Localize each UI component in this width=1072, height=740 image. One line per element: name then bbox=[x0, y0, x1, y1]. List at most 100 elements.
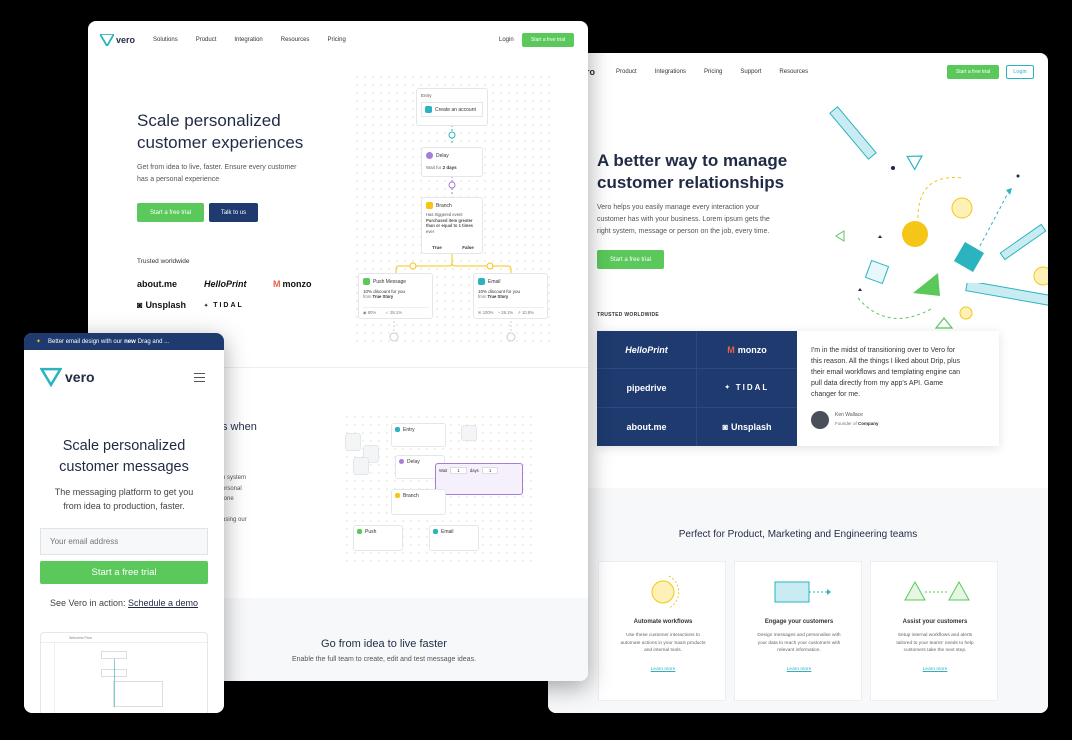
delay-value: 2 days bbox=[442, 165, 457, 170]
flow2-branch-node[interactable]: Branch bbox=[391, 489, 446, 515]
start-trial-button[interactable]: Start a free trial bbox=[947, 65, 999, 79]
brand-logo[interactable]: vero bbox=[65, 369, 95, 385]
nav-integration[interactable]: Integration bbox=[234, 37, 262, 43]
banner-text: Better email design with our bbox=[48, 338, 123, 345]
nav-solutions[interactable]: Solutions bbox=[153, 37, 178, 43]
nav-pricing[interactable]: Pricing bbox=[327, 37, 345, 43]
hamburger-menu-icon[interactable] bbox=[194, 373, 205, 382]
author-name: Ken Wallace bbox=[835, 412, 863, 418]
node-label: Entry bbox=[403, 427, 415, 433]
brand-logo[interactable]: vero bbox=[116, 35, 135, 45]
fork-icon bbox=[426, 202, 433, 209]
feature-card-engage: Engage your customers Design messages an… bbox=[734, 561, 862, 701]
branch-outcomes: True False bbox=[422, 245, 484, 250]
nav-resources[interactable]: Resources bbox=[779, 69, 808, 75]
wait-number[interactable]: 1 bbox=[481, 467, 499, 474]
learn-more-link[interactable]: Learn more bbox=[871, 667, 999, 672]
sub-line: from idea to production, faster. bbox=[63, 501, 185, 511]
desc-line: relevant information. bbox=[777, 648, 821, 653]
vero-logo-icon[interactable] bbox=[40, 367, 62, 387]
nav-pricing[interactable]: Pricing bbox=[704, 69, 722, 75]
teams-section: Perfect for Product, Marketing and Engin… bbox=[548, 488, 1048, 713]
preview-tab: Welcome Flow bbox=[69, 636, 92, 640]
nav-support[interactable]: Support bbox=[740, 69, 761, 75]
banner-bold: new bbox=[124, 338, 136, 345]
stat-value: 100% bbox=[482, 310, 494, 315]
window-crm-page: vero Product Integrations Pricing Suppor… bbox=[548, 53, 1048, 713]
hero-sub-line: Vero helps you easily manage every inter… bbox=[597, 204, 760, 211]
desc-line: your data to reach your customers with bbox=[757, 640, 841, 646]
entry-action-text: Create an account bbox=[435, 106, 476, 113]
phone-icon bbox=[363, 278, 370, 285]
tidal-icon: ✦ bbox=[724, 385, 732, 392]
nav-integrations[interactable]: Integrations bbox=[655, 69, 686, 75]
logo-text: Unsplash bbox=[730, 421, 772, 432]
top-nav: vero Product Integrations Pricing Suppor… bbox=[548, 53, 1048, 91]
desc-line: customers take the next step. bbox=[903, 648, 967, 653]
flow-delay-node[interactable]: Delay Wait for 2 days bbox=[421, 147, 483, 177]
flow-entry-node[interactable]: Entry Create an account bbox=[416, 88, 488, 126]
feature-title: Assist your customers bbox=[902, 619, 968, 625]
talk-to-us-button[interactable]: Talk to us bbox=[209, 203, 258, 222]
branch-true-label: True bbox=[432, 245, 442, 250]
nav-resources[interactable]: Resources bbox=[281, 37, 310, 43]
email-from: from True Story bbox=[478, 294, 543, 299]
clock-icon bbox=[399, 459, 404, 465]
camera-icon: ◙ bbox=[137, 300, 143, 310]
nav-product[interactable]: Product bbox=[616, 69, 637, 75]
logo-monzo: Mmonzo bbox=[273, 279, 312, 289]
wait-number[interactable]: 1 bbox=[450, 467, 467, 474]
envelope-icon bbox=[433, 529, 438, 535]
flow-email-node[interactable]: Email 10% discount for you from True Sto… bbox=[473, 273, 548, 319]
delay-settings-panel[interactable]: Wait 1 days 1 bbox=[435, 463, 523, 495]
feature-title: Engage your customers bbox=[764, 619, 834, 625]
stat-value: 10.8% bbox=[522, 310, 534, 315]
menu-bar bbox=[194, 373, 205, 374]
feature-desc: Design messages and personalise with you… bbox=[735, 632, 863, 655]
logo-helloprint: HelloPrint bbox=[597, 331, 697, 370]
email-header: Email bbox=[478, 278, 543, 285]
mobile-start-trial-button[interactable]: Start a free trial bbox=[40, 561, 208, 584]
entry-label: Entry bbox=[421, 93, 432, 98]
learn-more-link[interactable]: Learn more bbox=[599, 667, 727, 672]
email-input[interactable] bbox=[40, 528, 208, 555]
announcement-banner[interactable]: ✦ Better email design with our new Drag … bbox=[24, 333, 224, 350]
hero-sub-line: customer has with your business. Lorem i… bbox=[597, 216, 770, 223]
login-link[interactable]: Login bbox=[499, 37, 514, 43]
preview-sidebar bbox=[41, 643, 55, 713]
desc-line: automate actions in your SaaS products bbox=[620, 640, 706, 646]
flow-push-node[interactable]: Push Message 10% discount for you from T… bbox=[358, 273, 433, 319]
learn-more-link[interactable]: Learn more bbox=[735, 667, 863, 672]
nav-product[interactable]: Product bbox=[196, 37, 217, 43]
login-button[interactable]: Login bbox=[1006, 65, 1034, 79]
demo-line: See Vero in action: Schedule a demo bbox=[24, 598, 224, 608]
quote-line: I'm in the midst of transitioning over t… bbox=[811, 347, 956, 354]
flow2-entry-node[interactable]: Entry bbox=[391, 423, 446, 447]
hero-title-line: customer experiences bbox=[137, 133, 304, 152]
hero-start-trial-button[interactable]: Start a free trial bbox=[597, 250, 664, 269]
mobile-subtitle: The messaging platform to get you from i… bbox=[24, 485, 224, 513]
wait-unit: days bbox=[469, 468, 479, 473]
hero-start-trial-button[interactable]: Start a free trial bbox=[137, 203, 204, 222]
workflow-diagram: Entry Create an account Delay Wait for 2… bbox=[353, 73, 553, 343]
desc-line: Use these customer interactions to bbox=[626, 633, 700, 638]
sub-line: The messaging platform to get you bbox=[54, 487, 194, 497]
vero-logo-icon[interactable] bbox=[100, 34, 114, 46]
flow2-email-node[interactable]: Email bbox=[429, 525, 479, 551]
hero-title: A better way to manage customer relation… bbox=[597, 150, 787, 194]
preview-node bbox=[113, 681, 163, 707]
hero-subtitle: Vero helps you easily manage every inter… bbox=[597, 202, 770, 238]
schedule-demo-link[interactable]: Schedule a demo bbox=[128, 598, 198, 608]
node-label: Push bbox=[365, 529, 377, 535]
from-text: from bbox=[363, 294, 372, 299]
monzo-icon: M bbox=[273, 279, 281, 289]
flow2-push-node[interactable]: Push bbox=[353, 525, 403, 551]
delay-text: Wait for 2 days bbox=[426, 165, 478, 170]
flow-branch-node[interactable]: Branch Has triggered event Purchased ite… bbox=[421, 197, 483, 254]
automate-illustration bbox=[651, 575, 680, 609]
stat-value: 80% bbox=[367, 310, 377, 315]
menu-bar bbox=[194, 381, 205, 382]
start-trial-button[interactable]: Start a free trial bbox=[522, 33, 574, 47]
engage-illustration bbox=[774, 581, 831, 603]
lightning-icon bbox=[425, 106, 432, 113]
